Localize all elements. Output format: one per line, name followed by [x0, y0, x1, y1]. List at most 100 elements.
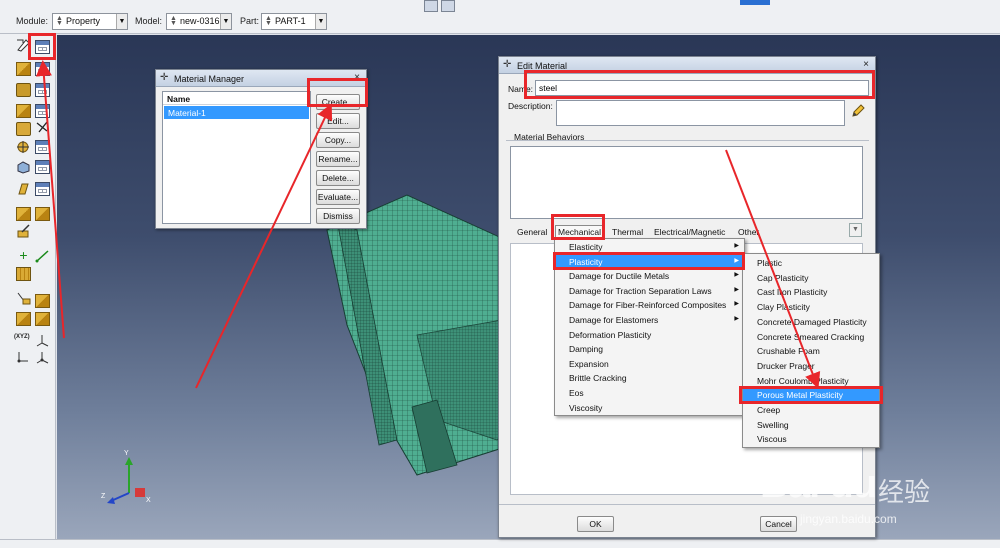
evaluate-button[interactable]: Evaluate...	[316, 189, 360, 205]
beam-manager-icon[interactable]	[35, 140, 50, 154]
create-inertia-icon[interactable]	[16, 160, 31, 174]
window-move-icon: ✛	[160, 72, 169, 83]
material-list[interactable]: Name Material-1	[162, 91, 311, 224]
mechanical-menu-item[interactable]: Viscosity	[555, 401, 744, 415]
model-value: new-0316	[180, 16, 220, 26]
skin-icon[interactable]	[35, 120, 50, 134]
plasticity-submenu-item[interactable]: Cast Iron Plasticity	[743, 285, 879, 299]
plasticity-submenu-item-label: Cast Iron Plasticity	[757, 287, 828, 298]
annotation-box-create	[307, 78, 368, 107]
repair-icon[interactable]	[16, 312, 31, 326]
description-label: Description:	[508, 101, 553, 111]
mechanical-menu-item[interactable]: Eos	[555, 386, 744, 400]
mechanical-menu-item[interactable]: Expansion	[555, 357, 744, 371]
edit-button[interactable]: Edit...	[316, 113, 360, 129]
plasticity-submenu-item-label: Clay Plasticity	[757, 302, 810, 313]
menu-other[interactable]: Other	[738, 227, 759, 237]
pencil-icon[interactable]	[851, 104, 865, 120]
mechanical-menu-item-label: Eos	[569, 388, 584, 398]
close-icon[interactable]: ×	[863, 59, 869, 70]
toolbar-icon-a[interactable]	[424, 0, 438, 12]
section-assignment-manager-icon[interactable]	[35, 104, 50, 118]
triad-icon[interactable]	[35, 333, 50, 347]
chevron-right-icon: ▶	[734, 316, 739, 322]
plasticity-submenu-item-label: Drucker Prager	[757, 360, 815, 371]
copy-button[interactable]: Copy...	[316, 132, 360, 148]
mechanical-menu-item[interactable]: Brittle Cracking	[555, 371, 744, 385]
mechanical-menu-item[interactable]: Damage for Elastomers ▶	[555, 313, 744, 327]
assign-skin-icon[interactable]	[35, 207, 50, 221]
csys-icon[interactable]: (XYZ)	[14, 334, 30, 348]
section-manager-icon[interactable]	[35, 62, 50, 76]
chevron-down-icon[interactable]: ▼	[116, 14, 127, 29]
virtual-topology-icon[interactable]	[35, 312, 50, 326]
datum-plane-icon[interactable]	[16, 267, 31, 281]
plasticity-submenu-item[interactable]: Crushable Foam	[743, 344, 879, 358]
inertia-manager-icon[interactable]	[35, 160, 50, 174]
datum-axis-icon[interactable]	[35, 249, 50, 263]
triad-z-label: Z	[101, 493, 106, 500]
delete-button[interactable]: Delete...	[316, 170, 360, 186]
list-item[interactable]: Material-1	[164, 106, 309, 119]
mechanical-menu-item[interactable]: Deformation Plasticity	[555, 328, 744, 342]
plasticity-submenu-item[interactable]: Clay Plasticity	[743, 300, 879, 314]
model-combo[interactable]: ▲ ▼ new-0316 ▼	[166, 13, 232, 30]
plasticity-submenu-item-label: Crushable Foam	[757, 346, 820, 357]
create-section-icon[interactable]	[16, 62, 31, 76]
stringer-manager-icon[interactable]	[35, 182, 50, 196]
menu-thermal[interactable]: Thermal	[612, 227, 643, 237]
mechanical-menu-item[interactable]: Damage for Traction Separation Laws ▶	[555, 284, 744, 298]
mechanical-menu-item[interactable]: Damping	[555, 342, 744, 356]
csys-cyl-icon[interactable]	[35, 350, 50, 364]
mechanical-menu-item-label: Damage for Fiber-Reinforced Composites	[569, 300, 727, 311]
plasticity-submenu-item[interactable]: Swelling	[743, 418, 879, 432]
menu-general[interactable]: General	[517, 227, 547, 237]
plasticity-submenu-item[interactable]: Concrete Damaged Plasticity	[743, 315, 879, 329]
description-field[interactable]	[556, 100, 845, 126]
chevron-right-icon: ▶	[734, 301, 739, 308]
mechanical-menu-item[interactable]: Damage for Fiber-Reinforced Composites ▶	[555, 298, 744, 312]
menu-electrical-magnetic[interactable]: Electrical/Magnetic	[654, 227, 725, 237]
material-behaviors-list[interactable]	[510, 146, 863, 219]
partition-icon[interactable]	[35, 294, 50, 308]
special-icon[interactable]	[16, 224, 31, 238]
part-combo[interactable]: ▲ ▼ PART-1 ▼	[261, 13, 327, 30]
mechanical-menu-item-label: Damage for Elastomers	[569, 315, 659, 325]
module-combo[interactable]: ▲ ▼ Property ▼	[52, 13, 128, 30]
chevron-down-icon[interactable]: ▼	[315, 14, 326, 29]
mechanical-menu-item-label: Damage for Ductile Metals	[569, 271, 670, 282]
ok-button[interactable]: OK	[577, 516, 614, 532]
query-icon[interactable]	[16, 291, 31, 305]
triad-x-label: X	[146, 497, 151, 504]
plasticity-submenu-item[interactable]: Creep	[743, 403, 879, 417]
plasticity-submenu-item-label: Swelling	[757, 419, 789, 430]
profile-manager-icon[interactable]	[35, 83, 50, 97]
module-value: Property	[66, 16, 101, 26]
datum-point-icon[interactable]: +	[16, 248, 31, 263]
create-stringer-icon[interactable]	[16, 182, 31, 196]
mechanical-menu-item-label: Viscosity	[569, 402, 603, 413]
plasticity-submenu-item[interactable]: Drucker Prager	[743, 359, 879, 373]
plasticity-submenu-item[interactable]: Plastic	[743, 256, 879, 270]
mechanical-menu-item-label: Damage for Traction Separation Laws	[569, 285, 712, 296]
csys-rect-icon[interactable]	[16, 350, 31, 364]
assign-beam-orientation-icon[interactable]	[16, 140, 31, 154]
part-value: PART-1	[275, 16, 306, 26]
chevron-down-icon[interactable]: ▼	[849, 223, 862, 237]
assign-section-icon[interactable]	[16, 104, 31, 118]
mechanical-menu-item[interactable]: Damage for Ductile Metals ▶	[555, 269, 744, 283]
chevron-down-icon[interactable]: ▼	[220, 14, 231, 29]
behaviors-label: Material Behaviors	[514, 132, 585, 142]
annotation-box-mechanical	[551, 214, 605, 240]
plasticity-submenu-item[interactable]: Concrete Smeared Cracking	[743, 330, 879, 344]
dismiss-button[interactable]: Dismiss	[316, 208, 360, 224]
rename-button[interactable]: Rename...	[316, 151, 360, 167]
toolbar-icon-b[interactable]	[441, 0, 455, 12]
create-skin-icon[interactable]	[16, 207, 31, 221]
plasticity-submenu-item[interactable]: Cap Plasticity	[743, 271, 879, 285]
plasticity-submenu-item-label: Creep	[757, 405, 781, 415]
plasticity-submenu-item-label: Cap Plasticity	[757, 272, 809, 283]
baidu-watermark: Bai du 经验 jingyan.baidu.com	[760, 440, 990, 540]
create-profile-icon[interactable]	[16, 83, 31, 97]
assign-orientation-icon[interactable]	[16, 122, 31, 136]
